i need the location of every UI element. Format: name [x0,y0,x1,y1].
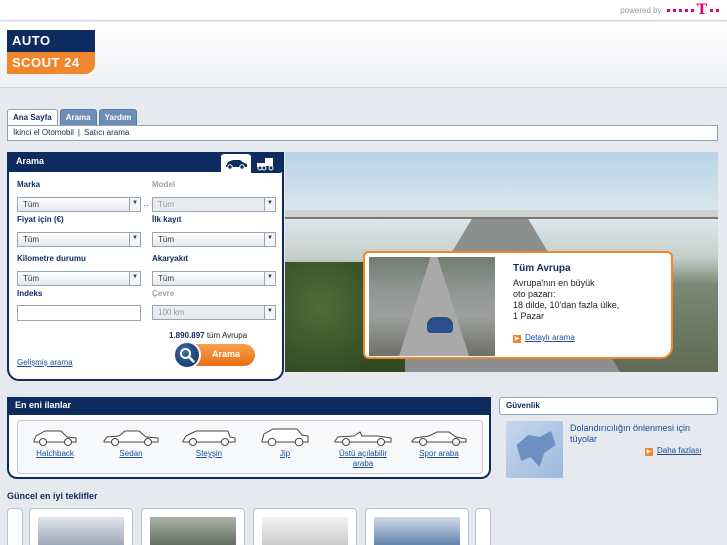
promo-title: Tüm Avrupa [513,263,571,274]
truck-tab-icon[interactable] [251,154,281,173]
offer-card[interactable] [29,508,133,545]
powered-by: powered by T [620,3,719,17]
tab-arama[interactable]: Arama [59,109,97,126]
body-type-steysin[interactable]: Steyşin [178,427,240,459]
range-dots: ·· [143,200,149,210]
promo-image [369,257,495,356]
arrow-right-icon: ▶ [513,335,521,343]
chevron-down-icon: ▼ [264,272,275,285]
body-type-sedan[interactable]: Sedan [100,427,162,459]
car-tab-icon[interactable] [221,154,251,173]
powered-by-text: powered by [620,5,662,15]
security-title: Güvenlik [499,397,718,415]
security-panel: Güvenlik Dolandırıcılığın önlenmesi için… [499,397,718,482]
fraud-tips-link[interactable]: Dolandırıcılığın önlenmesi için tüyolar [570,423,710,445]
ilk-kayit-select[interactable]: Tüm ▼ [152,232,276,247]
body-type-hatchback[interactable]: Hatchback [24,427,86,459]
tab-ana-sayfa[interactable]: Ana Sayfa [7,109,58,126]
main-tabs: Ana Sayfa Arama Yardım [7,109,138,126]
offers-prev-button[interactable] [7,508,23,545]
advanced-search-link[interactable]: Gelişmiş arama [17,358,73,367]
indeks-label: Indeks [17,289,43,298]
model-select: Tüm ▼ [152,197,276,212]
top-bar: powered by T [0,0,727,21]
chevron-down-icon: ▼ [264,306,275,319]
ilk-kayit-label: İlk kayıt [152,215,182,224]
tab-yardim[interactable]: Yardım [98,109,138,126]
promo-text: Avrupa'nın en büyük oto pazarı: 18 dilde… [513,278,620,321]
autoscout24-logo[interactable]: AUTO SCOUT 24 [7,30,95,74]
indeks-input[interactable] [17,305,141,321]
sports-car-icon [408,427,470,449]
search-icon [173,341,201,369]
marka-select[interactable]: Tüm ▼ [17,197,141,212]
search-panel: Arama Marka Model Tüm ▼ ·· Tüm ▼ Fiyat içi… [7,152,284,381]
sedan-icon [100,427,162,449]
yakit-label: Akaryakıt [152,254,189,263]
search-panel-header: Arama [9,152,282,173]
search-button[interactable]: Arama [173,341,255,369]
cevre-label: Çevre [152,289,175,298]
arrow-right-icon: ▶ [645,448,653,456]
model-label: Model [152,180,176,189]
convertible-icon [332,427,394,449]
yakit-select[interactable]: Tüm ▼ [152,271,276,286]
newest-listings-title: En eni ilanlar [9,397,489,415]
offer-card[interactable] [253,508,357,545]
km-label: Kilometre durumu [17,254,86,263]
chevron-down-icon: ▼ [264,233,275,246]
subnav-dealer-search[interactable]: Satıcı arama [84,128,129,138]
subnav-separator: | [77,128,80,137]
detailed-search-link[interactable]: ▶ Detaylı arama [513,333,575,343]
telekom-logo-icon: T [666,3,719,17]
station-wagon-icon [178,427,240,449]
km-select[interactable]: Tüm ▼ [17,271,141,286]
newest-listings-panel: En eni ilanlar Hatchback Sedan Steyşin J… [7,397,491,479]
hatchback-icon [24,427,86,449]
body-type-list: Hatchback Sedan Steyşin Jip Üstü açılabi… [17,420,483,474]
best-offers-title: Güncel en iyi teklifler [7,491,98,501]
promo-box: Tüm Avrupa Avrupa'nın en büyük oto pazar… [363,251,673,359]
subnav-used-cars[interactable]: İkinci el Otomobil [13,128,74,138]
listing-count: 1.890.897 tüm Avrupa [169,331,248,340]
offer-card[interactable] [141,508,245,545]
more-link[interactable]: ▶ Daha fazlası [645,446,701,456]
offers-next-button[interactable] [475,508,491,545]
chevron-down-icon: ▼ [129,198,140,211]
body-type-spor[interactable]: Spor araba [408,427,470,459]
header: AUTO SCOUT 24 [0,22,727,88]
marka-label: Marka [17,180,41,189]
europe-map-image [506,421,563,478]
chevron-down-icon: ▼ [129,272,140,285]
cevre-select: 100 km ▼ [152,305,276,320]
fiyat-label: Fiyat için (€) [17,215,64,224]
fiyat-select[interactable]: Tüm ▼ [17,232,141,247]
sub-navigation: İkinci el Otomobil | Satıcı arama [7,125,718,141]
body-type-jip[interactable]: Jip [254,427,316,459]
chevron-down-icon: ▼ [264,198,275,211]
offer-card[interactable] [365,508,469,545]
search-panel-title: Arama [16,156,45,166]
chevron-down-icon: ▼ [129,233,140,246]
suv-icon [254,427,316,449]
body-type-cabrio[interactable]: Üstü açılabilir araba [332,427,394,469]
